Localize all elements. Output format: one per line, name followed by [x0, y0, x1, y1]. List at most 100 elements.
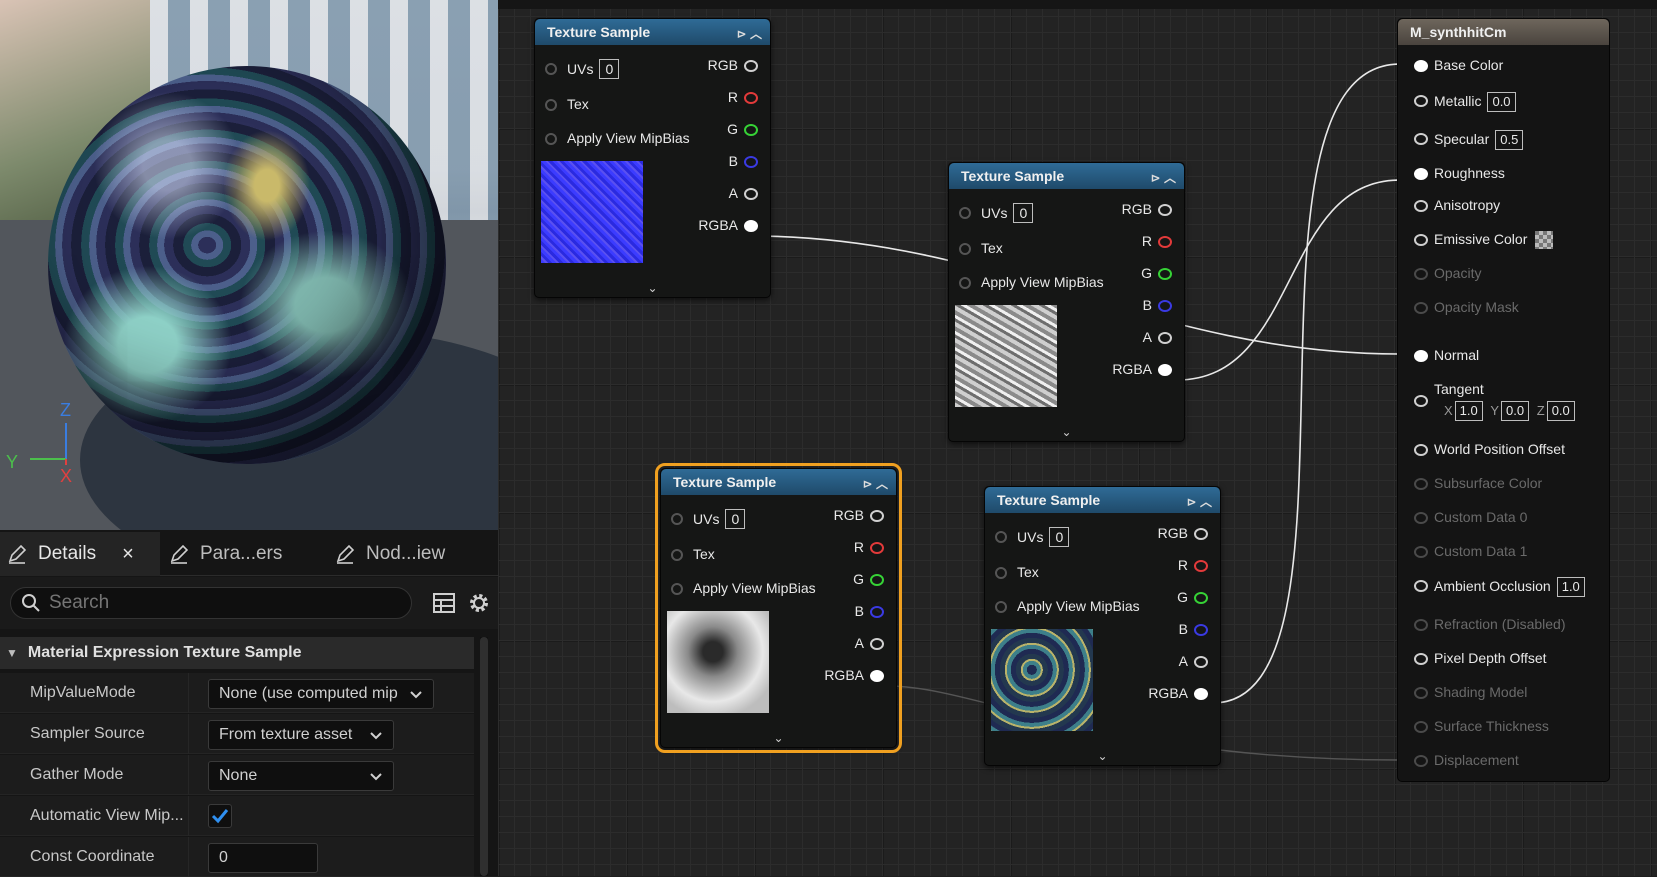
tangent-x-value[interactable]: 1.0 — [1454, 401, 1483, 421]
b-output-pin[interactable] — [744, 156, 758, 168]
node-preview-toggle-icon[interactable]: ⊳ ︿ — [1187, 493, 1212, 510]
chevron-down-icon[interactable]: ⌄ — [535, 281, 770, 295]
r-output-pin[interactable] — [744, 92, 758, 104]
automatic-view-mip-checkbox[interactable] — [208, 804, 232, 828]
chevron-down-icon — [410, 691, 422, 699]
gather-mode-dropdown[interactable]: None — [208, 761, 394, 791]
node-preview-toggle-icon[interactable]: ⊳ ︿ — [737, 25, 762, 42]
tex-input-pin[interactable] — [671, 549, 683, 561]
tex-input-pin[interactable] — [995, 567, 1007, 579]
material-preview-viewport[interactable]: Z Y X — [0, 0, 498, 530]
tab-parameters[interactable]: Para...ers — [168, 532, 328, 576]
b-output-pin[interactable] — [870, 606, 884, 618]
a-output-pin[interactable] — [744, 188, 758, 200]
uvs-input-pin[interactable] — [545, 63, 557, 75]
uvs-label: UVs 0 — [981, 203, 1034, 223]
mipbias-input-pin[interactable] — [671, 583, 683, 595]
b-output-pin[interactable] — [1158, 300, 1172, 312]
tab-node-preview[interactable]: Nod...iew — [334, 532, 494, 576]
uvs-input-pin[interactable] — [959, 207, 971, 219]
b-output-pin[interactable] — [1194, 624, 1208, 636]
uvs-value-box[interactable]: 0 — [1049, 527, 1070, 547]
rgba-output-pin[interactable] — [744, 220, 758, 232]
node-preview-toggle-icon[interactable]: ⊳ ︿ — [863, 475, 888, 492]
ambient-occlusion-value[interactable]: 1.0 — [1556, 577, 1585, 597]
rgb-output-pin[interactable] — [744, 60, 758, 72]
rgba-label: RGBA — [824, 667, 864, 683]
uvs-value-box[interactable]: 0 — [725, 509, 746, 529]
gear-icon[interactable] — [467, 591, 491, 615]
g-output-pin[interactable] — [1194, 592, 1208, 604]
tex-label: Tex — [1017, 564, 1039, 580]
node-header[interactable]: Texture Sample ⊳ ︿ — [949, 163, 1184, 189]
uvs-input-pin[interactable] — [671, 513, 683, 525]
texture-sample-node[interactable]: Texture Sample ⊳ ︿ UVs 0 Tex Apply View M… — [534, 18, 771, 298]
node-header[interactable]: Texture Sample ⊳ ︿ — [661, 469, 896, 495]
r-output-pin[interactable] — [870, 542, 884, 554]
a-output-pin[interactable] — [1194, 656, 1208, 668]
b-label: B — [728, 153, 738, 169]
uvs-value-box[interactable]: 0 — [599, 59, 620, 79]
b-label: B — [1178, 621, 1188, 637]
section-header[interactable]: ▼ Material Expression Texture Sample — [0, 637, 474, 669]
tangent-y-value[interactable]: 0.0 — [1501, 401, 1530, 421]
rgb-output-pin[interactable] — [1158, 204, 1172, 216]
g-output-pin[interactable] — [870, 574, 884, 586]
tex-input-pin[interactable] — [545, 99, 557, 111]
mipbias-input-pin[interactable] — [995, 601, 1007, 613]
chevron-down-icon — [370, 773, 382, 781]
rgba-output-pin[interactable] — [1158, 364, 1172, 376]
search-input[interactable] — [49, 592, 389, 614]
g-label: G — [727, 121, 738, 137]
rgba-output-pin[interactable] — [1194, 688, 1208, 700]
texture-sample-node[interactable]: Texture Sample ⊳ ︿ UVs 0 Tex Apply View M… — [948, 162, 1185, 442]
rgba-output-pin[interactable] — [870, 670, 884, 682]
r-output-pin[interactable] — [1194, 560, 1208, 572]
g-output-pin[interactable] — [744, 124, 758, 136]
uvs-input-pin[interactable] — [995, 531, 1007, 543]
rgb-output-pin[interactable] — [1194, 528, 1208, 540]
rgb-output-pin[interactable] — [870, 510, 884, 522]
node-header[interactable]: Texture Sample ⊳ ︿ — [535, 19, 770, 45]
pin-tangent[interactable]: Tangent X 1.0 Y 0.0 Z 0.0 — [1398, 381, 1611, 427]
property-label: Automatic View Mip... — [30, 807, 184, 824]
mipbias-input-pin[interactable] — [545, 133, 557, 145]
mipbias-input-pin[interactable] — [959, 277, 971, 289]
tab-node-preview-label: Nod...iew — [366, 543, 446, 564]
pencil-icon — [6, 543, 28, 565]
node-header[interactable]: Texture Sample ⊳ ︿ — [985, 487, 1220, 513]
details-scrollbar[interactable] — [480, 637, 488, 876]
uvs-value-box[interactable]: 0 — [1013, 203, 1034, 223]
material-node-header[interactable]: M_synthhitCm — [1398, 19, 1609, 45]
a-output-pin[interactable] — [1158, 332, 1172, 344]
r-output-pin[interactable] — [1158, 236, 1172, 248]
chevron-down-icon[interactable]: ⌄ — [985, 749, 1220, 763]
rgb-label: RGB — [1157, 525, 1188, 541]
mip-value-mode-dropdown[interactable]: None (use computed mip — [208, 679, 434, 709]
tex-input-pin[interactable] — [959, 243, 971, 255]
tab-details[interactable]: Details × — [0, 532, 160, 576]
sampler-source-dropdown[interactable]: From texture asset — [208, 720, 394, 750]
a-output-pin[interactable] — [870, 638, 884, 650]
node-preview-toggle-icon[interactable]: ⊳ ︿ — [1151, 169, 1176, 186]
g-output-pin[interactable] — [1158, 268, 1172, 280]
specular-value[interactable]: 0.5 — [1495, 130, 1524, 150]
close-icon[interactable]: × — [122, 543, 134, 566]
const-coordinate-input[interactable]: 0 — [208, 843, 318, 873]
property-row: Const Coordinate 0 — [0, 837, 474, 877]
chevron-down-icon[interactable]: ⌄ — [949, 425, 1184, 439]
tangent-z-value[interactable]: 0.0 — [1546, 401, 1575, 421]
texture-thumbnail-basecolor — [991, 629, 1093, 731]
tab-parameters-label: Para...ers — [200, 543, 283, 564]
pencil-icon — [168, 543, 190, 565]
node-title: Texture Sample — [997, 492, 1101, 508]
search-box[interactable] — [10, 587, 412, 619]
material-result-node[interactable]: M_synthhitCm Base Color Metallic 0.0 Spec… — [1397, 18, 1610, 782]
emissive-color-swatch[interactable] — [1535, 231, 1554, 250]
metallic-value[interactable]: 0.0 — [1487, 92, 1516, 112]
table-view-icon[interactable] — [432, 591, 456, 615]
a-label: A — [854, 635, 864, 651]
chevron-down-icon[interactable]: ⌄ — [661, 731, 896, 745]
texture-sample-node-selected[interactable]: Texture Sample ⊳ ︿ UVs 0 Tex Apply View M… — [655, 463, 902, 753]
texture-sample-node[interactable]: Texture Sample ⊳ ︿ UVs 0 Tex Apply View M… — [984, 486, 1221, 766]
